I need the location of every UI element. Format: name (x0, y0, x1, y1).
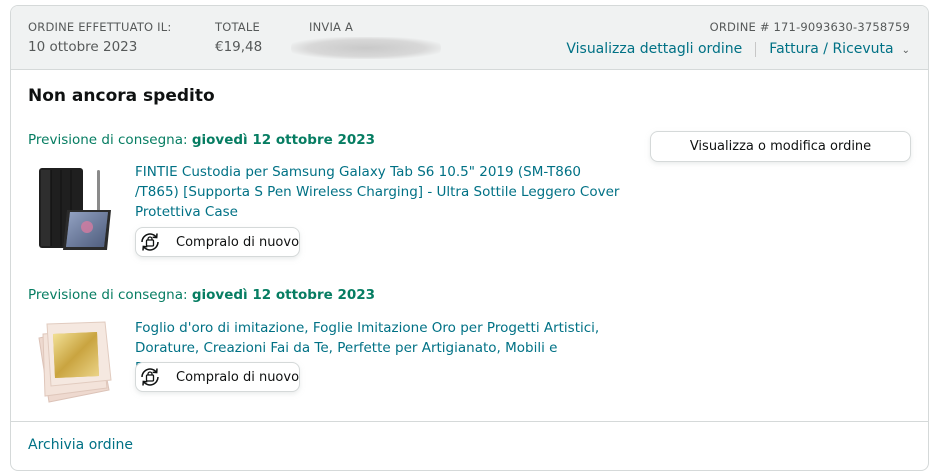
order-card: ORDINE EFFETTUATO IL: 10 ottobre 2023 TO… (10, 5, 929, 471)
footer-divider (11, 421, 928, 422)
archive-order-link[interactable]: Archivia ordine (28, 437, 133, 453)
ship-to-label: INVIA A (309, 20, 354, 34)
delivery-estimate: Previsione di consegna: giovedì 12 ottob… (28, 132, 375, 148)
shipment-status: Non ancora spedito (28, 86, 215, 106)
order-date-value: 10 ottobre 2023 (28, 39, 138, 55)
chevron-down-icon: ⌄ (901, 45, 910, 56)
order-date-column: ORDINE EFFETTUATO IL: 10 ottobre 2023 (28, 20, 171, 57)
order-total-label: TOTALE (215, 20, 260, 34)
delivery-date: giovedì 12 ottobre 2023 (191, 287, 376, 303)
order-number-column: ORDINE # 171-9093630-3758759 Visualizza … (566, 20, 910, 57)
delivery-date: giovedì 12 ottobre 2023 (191, 132, 376, 148)
order-header-links: Visualizza dettagli ordine Fattura / Ric… (566, 41, 910, 57)
order-date-label: ORDINE EFFETTUATO IL: (28, 20, 172, 34)
product-image-gold-leaf[interactable] (35, 318, 117, 408)
order-number: ORDINE # 171-9093630-3758759 (709, 20, 910, 34)
order-details-link[interactable]: Visualizza dettagli ordine (566, 41, 742, 57)
view-edit-order-button[interactable]: Visualizza o modifica ordine (650, 131, 911, 162)
delivery-label: Previsione di consegna: (28, 132, 188, 148)
delivery-label: Previsione di consegna: (28, 287, 188, 303)
ship-to-column: INVIA A (291, 20, 441, 59)
buy-again-label: Compralo di nuovo (176, 234, 300, 250)
buy-again-icon (138, 365, 162, 389)
link-divider (755, 41, 757, 57)
buy-again-label: Compralo di nuovo (176, 369, 300, 385)
order-header: ORDINE EFFETTUATO IL: 10 ottobre 2023 TO… (11, 6, 928, 70)
buy-again-button[interactable]: Compralo di nuovo (135, 362, 300, 392)
redacted-recipient-name (291, 37, 441, 59)
delivery-estimate: Previsione di consegna: giovedì 12 ottob… (28, 287, 375, 303)
invoice-dropdown[interactable]: Fattura / Ricevuta ⌄ (769, 41, 910, 57)
buy-again-icon (138, 230, 162, 254)
buy-again-button[interactable]: Compralo di nuovo (135, 227, 300, 257)
order-total-value: €19,48 (215, 39, 263, 55)
order-total-column: TOTALE €19,48 (215, 20, 262, 57)
product-title-link[interactable]: FINTIE Custodia per Samsung Galaxy Tab S… (135, 162, 625, 222)
product-image-tablet-case[interactable] (29, 164, 111, 254)
invoice-link-label: Fattura / Ricevuta (769, 41, 894, 57)
